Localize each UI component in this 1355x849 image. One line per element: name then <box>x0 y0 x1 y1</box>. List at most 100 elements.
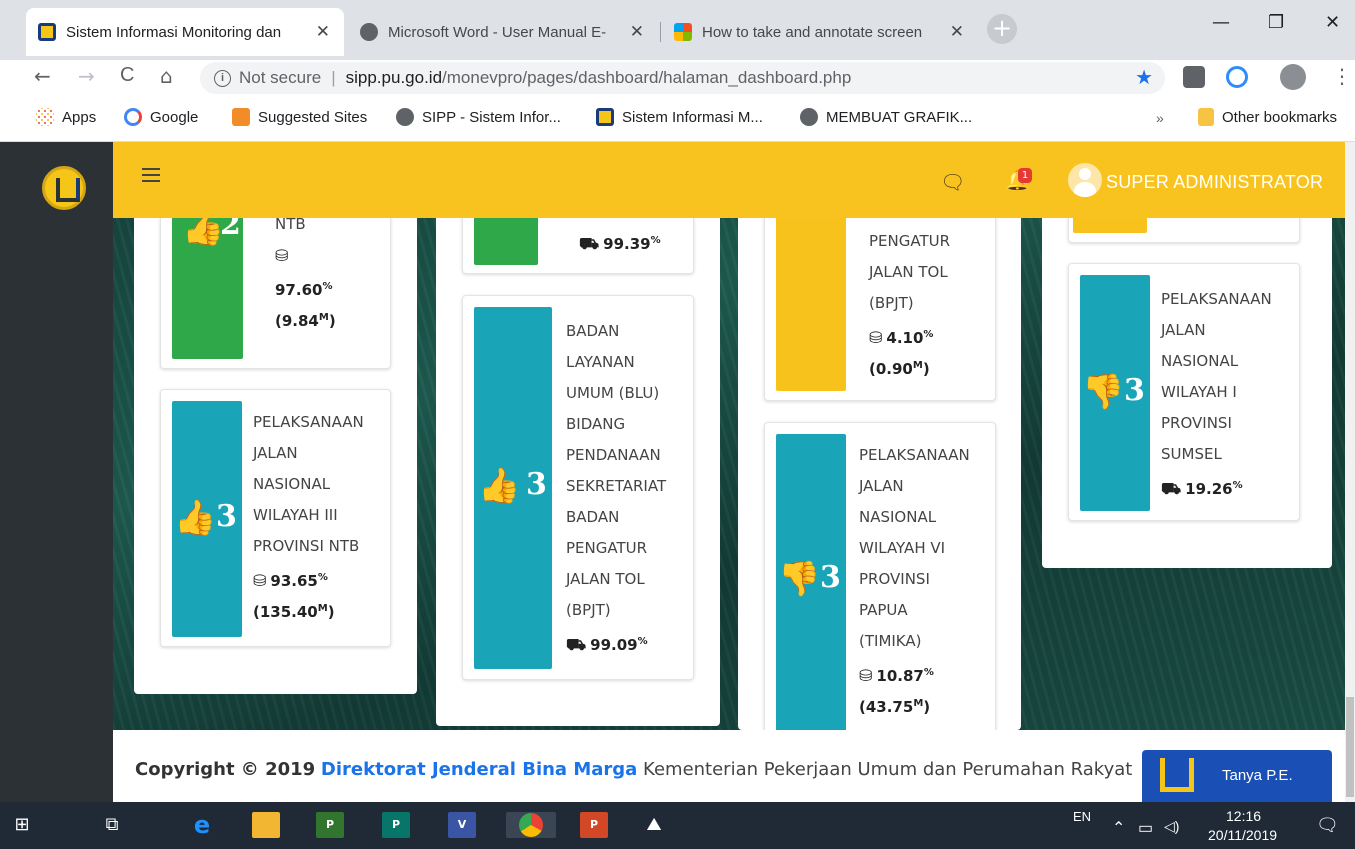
unit-name-line: PROVINSI NTB <box>253 537 360 555</box>
unit-name-line: (BPJT) <box>566 601 611 619</box>
stat-percent-value: 99.09 <box>590 636 638 654</box>
chrome-icon[interactable] <box>506 812 556 838</box>
profile-avatar[interactable] <box>1280 64 1306 90</box>
bookmark-apps[interactable]: Apps <box>36 108 96 126</box>
unit-name: PELAKSANAAN JALAN NASIONAL WILAYAH I PRO… <box>1161 284 1272 470</box>
unit-card[interactable]: 👍 3 PELAKSANAAN JALAN NASIONAL WILAYAH I… <box>160 389 391 647</box>
battery-icon[interactable]: ▭ <box>1138 818 1153 838</box>
stat-million-value: 135.40 <box>259 603 318 621</box>
unit-card[interactable]: 👍 2 NTB ⛁ 97.60% (9.84M) <box>160 218 391 369</box>
tray-chevron-icon[interactable]: ⌃ <box>1112 818 1125 838</box>
pupr-logo-icon <box>38 23 56 41</box>
new-tab-button[interactable]: + <box>987 14 1017 44</box>
address-bar[interactable]: i Not secure | sipp.pu.go.id /monevpro/p… <box>200 62 1165 94</box>
unit-card[interactable]: PENGATUR JALAN TOL (BPJT) ⛁ 4.10% (0.90M) <box>764 218 996 401</box>
unit-name-line: (BPJT) <box>869 294 914 312</box>
unit-name-line: PELAKSANAAN <box>253 413 364 431</box>
thumbs-up-icon: 👍 <box>174 498 217 538</box>
unit-name: PELAKSANAAN JALAN NASIONAL WILAYAH III P… <box>253 407 364 562</box>
project-icon[interactable]: P <box>316 812 344 838</box>
hamburger-menu-icon[interactable] <box>142 168 160 182</box>
task-view-icon[interactable]: ⧉ <box>98 812 126 838</box>
visio-icon[interactable]: V <box>448 812 476 838</box>
tab-close-icon[interactable]: ✕ <box>316 22 330 42</box>
bookmark-sistem-informasi[interactable]: Sistem Informasi M... <box>596 108 763 126</box>
reload-icon[interactable]: C <box>120 64 134 87</box>
extension-icon[interactable] <box>1183 66 1205 88</box>
browser-tab-strip: Sistem Informasi Monitoring dan ✕ Micros… <box>0 0 1355 60</box>
coins-icon: ⛁ <box>859 666 873 685</box>
scrollbar-thumb[interactable] <box>1346 697 1354 797</box>
page-scrollbar[interactable] <box>1345 142 1355 802</box>
address-host: sipp.pu.go.id <box>345 68 443 87</box>
org-link[interactable]: Direktorat Jenderal Bina Marga <box>321 759 637 780</box>
unit-percent: % <box>322 281 333 292</box>
user-avatar[interactable] <box>1068 163 1102 197</box>
stat-percent-value: 10.87 <box>876 667 924 685</box>
unit-name-line: UMUM (BLU) <box>566 384 660 402</box>
app-logo[interactable] <box>42 166 86 210</box>
other-bookmarks[interactable]: Other bookmarks <box>1198 108 1337 126</box>
stat-million: (43.75M) <box>859 698 931 716</box>
unit-name-line: NASIONAL <box>1161 352 1239 370</box>
bookmark-suggested-sites[interactable]: Suggested Sites <box>232 108 367 126</box>
tab-close-icon[interactable]: ✕ <box>630 22 644 42</box>
unit-name: NTB <box>275 218 306 240</box>
window-close-icon[interactable]: ✕ <box>1325 12 1340 33</box>
unit-name-line: JALAN TOL <box>869 263 948 281</box>
thumbs-down-icon: 👎 <box>778 559 821 599</box>
username-label[interactable]: SUPER ADMINISTRATOR <box>1106 172 1323 193</box>
bulldozer-icon: ⛟ <box>566 635 587 654</box>
browser-tab[interactable]: Microsoft Word - User Manual E- ✕ <box>348 8 658 56</box>
stat-percent: ⛟ 99.39% <box>579 225 661 260</box>
file-explorer-icon[interactable] <box>252 812 280 838</box>
clock-date[interactable]: 20/11/2019 <box>1208 827 1277 843</box>
edge-icon[interactable]: e <box>188 812 216 838</box>
info-icon[interactable]: i <box>214 69 231 87</box>
action-center-icon[interactable]: 🗨 <box>1316 815 1339 836</box>
photos-icon[interactable]: ⛰ <box>640 812 668 838</box>
powerpoint-icon[interactable]: P <box>580 812 608 838</box>
minimize-icon[interactable]: — <box>1212 12 1230 33</box>
unit-percent: % <box>317 572 328 583</box>
bookmark-star-icon[interactable]: ★ <box>1135 65 1153 90</box>
clock-time[interactable]: 12:16 <box>1226 808 1261 824</box>
bookmark-sipp[interactable]: SIPP - Sistem Infor... <box>396 108 561 126</box>
unit-card[interactable]: ⛟ 99.39% <box>462 218 694 274</box>
unit-name-line: NASIONAL <box>253 475 331 493</box>
thumbs-up-icon: 👍 <box>182 218 225 248</box>
unit-card[interactable]: 👎 3 PELAKSANAAN JALAN NASIONAL WILAYAH V… <box>764 422 996 730</box>
thumbs-down-icon: 👎 <box>1082 372 1125 412</box>
home-icon[interactable]: ⌂ <box>160 64 173 88</box>
restore-icon[interactable]: ❐ <box>1268 12 1284 33</box>
forward-icon[interactable]: → <box>78 64 95 88</box>
back-icon[interactable]: ← <box>34 64 51 88</box>
browser-menu-icon[interactable]: ⋮ <box>1332 64 1352 88</box>
bookmark-label: SIPP - Sistem Infor... <box>422 108 561 126</box>
bookmark-google[interactable]: Google <box>124 108 198 126</box>
unit-card[interactable]: 👎 3 PELAKSANAAN JALAN NASIONAL WILAYAH I… <box>1068 263 1300 521</box>
tab-title: Sistem Informasi Monitoring dan <box>66 23 282 41</box>
unit-name-line: PENDANAAN <box>566 446 661 464</box>
publisher-icon[interactable]: P <box>382 812 410 838</box>
bookmark-membuat-grafik[interactable]: MEMBUAT GRAFIK... <box>800 108 972 126</box>
unit-name-line: PELAKSANAAN <box>859 446 970 464</box>
stat-percent: 97.60% <box>275 271 332 306</box>
volume-icon[interactable]: ◁) <box>1164 818 1179 835</box>
bookmarks-overflow-icon[interactable]: » <box>1156 110 1164 126</box>
unit-million: M <box>317 603 328 614</box>
unit-card[interactable] <box>1068 218 1300 243</box>
browser-tab-active[interactable]: Sistem Informasi Monitoring dan ✕ <box>26 8 344 56</box>
windows-logo-icon <box>674 23 692 41</box>
unit-card[interactable]: 👍 3 BADAN LAYANAN UMUM (BLU) BIDANG PEND… <box>462 295 694 680</box>
tab-close-icon[interactable]: ✕ <box>950 22 964 42</box>
tab-title: Microsoft Word - User Manual E- <box>388 23 607 41</box>
language-indicator[interactable]: EN <box>1073 809 1091 824</box>
chat-icon[interactable]: 🗨 <box>940 170 965 194</box>
help-button[interactable]: Tanya P.E. <box>1142 750 1332 802</box>
extension-color-icon[interactable] <box>1226 66 1248 88</box>
browser-tab[interactable]: How to take and annotate screen ✕ <box>662 8 978 56</box>
windows-start-icon[interactable]: ⊞ <box>8 812 36 838</box>
ministry-name: Kementerian Pekerjaan Umum dan Perumahan… <box>643 759 1133 780</box>
bookmark-label: Other bookmarks <box>1222 108 1338 126</box>
